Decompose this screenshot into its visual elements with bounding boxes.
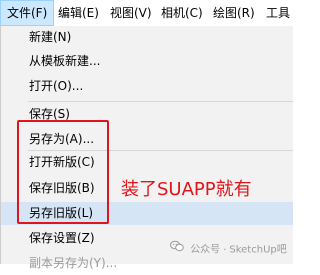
menu-bar: 文件(F) 编辑(E) 视图(V) 相机(C) 绘图(R) 工具 [0,0,293,27]
menu-file[interactable]: 文件(F) [0,0,55,26]
watermark-prefix: 公众号 [190,244,221,256]
menu-view[interactable]: 视图(V) [104,0,158,26]
menu-separator [28,101,293,102]
menu-tools[interactable]: 工具 [260,0,296,26]
menu-item-new-from-template[interactable]: 从模板新建... [1,50,293,73]
watermark: 公众号 · SketchUp吧 [170,240,287,258]
watermark-name: SketchUp吧 [229,244,287,256]
menu-item-new[interactable]: 新建(N) [1,26,293,49]
annotation-text: 装了SUAPP就有 [121,179,252,200]
menu-edit[interactable]: 编辑(E) [52,0,105,26]
menu-item-open[interactable]: 打开(O)... [1,75,293,98]
highlight-box [17,120,109,224]
menu-draw[interactable]: 绘图(R) [207,0,261,26]
wechat-icon [170,240,184,259]
watermark-dot: · [223,244,227,256]
menu-camera[interactable]: 相机(C) [155,0,209,26]
